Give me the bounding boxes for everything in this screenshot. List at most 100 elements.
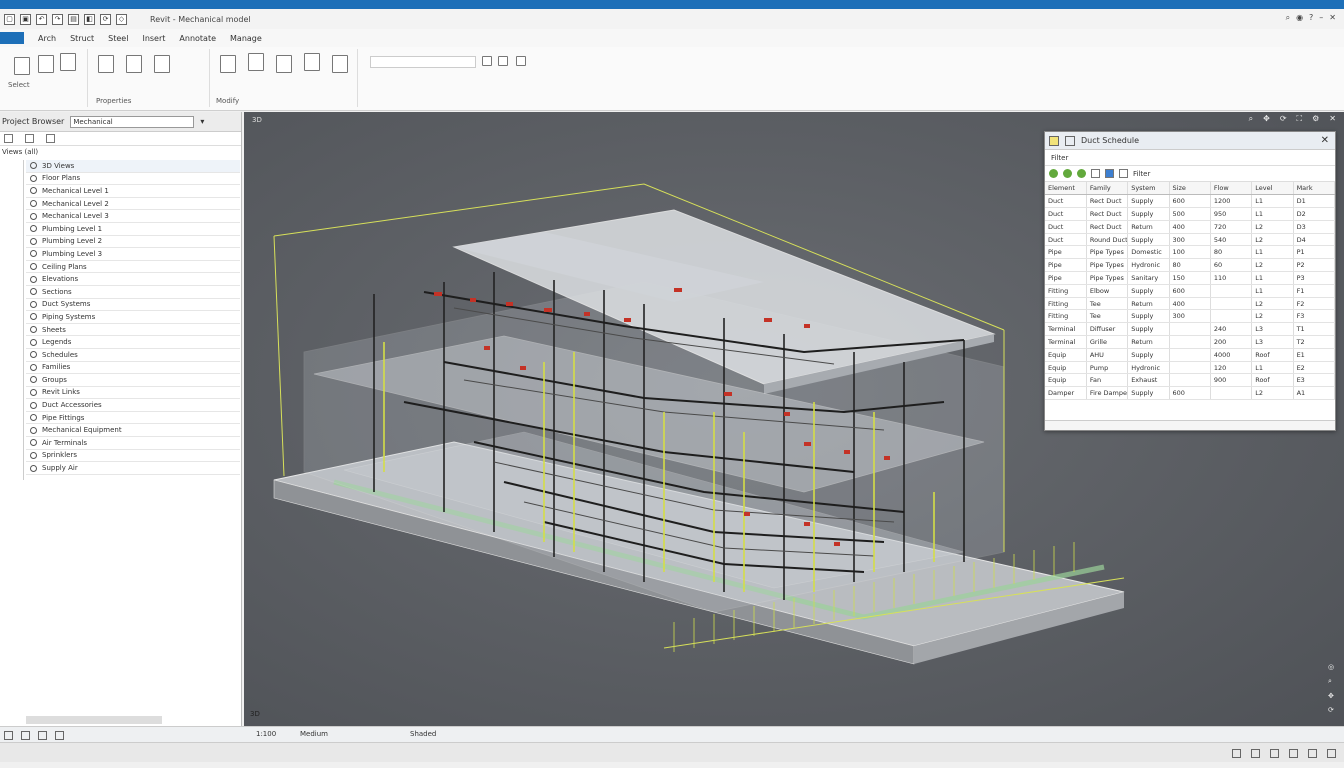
orbit-icon[interactable]: ⟳	[1328, 706, 1340, 714]
tab-insert[interactable]: Insert	[142, 34, 165, 43]
close-icon[interactable]: ✕	[1329, 13, 1336, 23]
family-button[interactable]	[154, 55, 170, 73]
table-row[interactable]: Terminal Diffuser Supply 240 L3 T1	[1045, 322, 1336, 337]
undo-icon[interactable]: ↶	[36, 13, 47, 25]
tree-row[interactable]: Plumbing Level 3	[26, 248, 240, 261]
browser-horizontal-scrollbar[interactable]	[26, 716, 162, 724]
sync-icon[interactable]: ⟳	[100, 13, 111, 25]
filter-count-icon[interactable]	[1327, 749, 1336, 758]
chevron-down-icon[interactable]: ▾	[200, 117, 204, 126]
tab-steel[interactable]: Steel	[108, 34, 128, 43]
tree-row[interactable]: Floor Plans	[26, 173, 240, 186]
align-button[interactable]	[220, 55, 236, 73]
file-tab[interactable]	[0, 32, 24, 44]
pan-icon[interactable]: ✥	[1328, 692, 1340, 700]
select-button[interactable]	[38, 55, 54, 73]
column-header[interactable]: Size	[1169, 182, 1211, 196]
column-header[interactable]: Mark	[1293, 182, 1336, 196]
tree-row[interactable]: Groups	[26, 374, 240, 387]
redo-icon[interactable]: ↷	[52, 13, 63, 25]
tree-row[interactable]: Mechanical Level 2	[26, 198, 240, 211]
user-icon[interactable]: ◉	[1296, 13, 1303, 23]
tab-annotate[interactable]: Annotate	[179, 34, 216, 43]
browser-filter-dropdown[interactable]: Mechanical	[70, 115, 195, 128]
table-row[interactable]: Fitting Tee Supply 300 L2 F3	[1045, 309, 1336, 324]
tab-struct[interactable]: Struct	[70, 34, 94, 43]
add-icon[interactable]	[1049, 169, 1058, 178]
move-button[interactable]	[248, 53, 264, 71]
sync-icon[interactable]	[55, 731, 64, 740]
worksets-icon[interactable]	[1251, 749, 1260, 758]
table-row[interactable]: Pipe Pipe Types Hydronic 80 60 L2 P2	[1045, 258, 1336, 273]
tab-manage[interactable]: Manage	[230, 34, 262, 43]
refresh-icon[interactable]	[1063, 169, 1072, 178]
highlight-icon[interactable]	[1077, 169, 1086, 178]
search-icon[interactable]	[46, 134, 55, 143]
modify-button[interactable]	[14, 57, 30, 75]
column-header[interactable]: Element	[1045, 182, 1087, 196]
table-row[interactable]: Duct Round Duct Supply 300 540 L2 D4	[1045, 233, 1336, 247]
tree-row[interactable]: Plumbing Level 1	[26, 223, 240, 236]
tree-row[interactable]: Elevations	[26, 273, 240, 286]
table-row[interactable]: Duct Rect Duct Supply 600 1200 L1 D1	[1045, 194, 1336, 209]
minimize-icon[interactable]: –	[1319, 13, 1323, 23]
column-header[interactable]: Flow	[1210, 182, 1253, 196]
unpin-button[interactable]	[498, 56, 508, 66]
sort-icon[interactable]	[1091, 169, 1100, 178]
tab-arch[interactable]: Arch	[38, 34, 56, 43]
visual-style[interactable]: Shaded	[410, 730, 436, 738]
tree-row[interactable]: Sections	[26, 286, 240, 299]
collapse-icon[interactable]	[25, 134, 34, 143]
ribbon-input[interactable]	[370, 56, 476, 68]
camera-icon[interactable]	[38, 731, 47, 740]
tree-row[interactable]: Revit Links	[26, 387, 240, 400]
table-row[interactable]: Pipe Pipe Types Domestic 100 80 L1 P1	[1045, 245, 1336, 260]
save-icon[interactable]: ▣	[20, 13, 31, 25]
search-icon[interactable]: ⌕	[1286, 13, 1290, 23]
tree-row[interactable]: Mechanical Level 1	[26, 185, 240, 198]
pin-button[interactable]	[482, 56, 492, 66]
table-row[interactable]: Fitting Elbow Supply 600 L1 F1	[1045, 284, 1336, 298]
table-row[interactable]: Duct Rect Duct Supply 500 950 L1 D2	[1045, 207, 1336, 221]
copy-button[interactable]	[276, 55, 292, 73]
open-icon[interactable]: ▢	[4, 13, 15, 25]
filter-icon[interactable]	[1232, 749, 1241, 758]
tree-row[interactable]: Supply Air	[26, 462, 240, 475]
tree-row[interactable]: Schedules	[26, 349, 240, 362]
close-icon[interactable]: ✕	[1321, 135, 1329, 146]
select-pinned-icon[interactable]	[1308, 749, 1317, 758]
view-cube-icon[interactable]	[4, 731, 13, 740]
rotate-button[interactable]	[304, 53, 320, 71]
tree-row[interactable]: Mechanical Level 3	[26, 210, 240, 223]
delete-button[interactable]	[516, 56, 526, 66]
tree-row[interactable]: Sprinklers	[26, 450, 240, 463]
mirror-button[interactable]	[332, 55, 348, 73]
design-options-icon[interactable]	[1270, 749, 1279, 758]
table-row[interactable]: Damper Fire Damper Supply 600 L2 A1	[1045, 386, 1336, 401]
filter-button[interactable]	[60, 53, 76, 71]
type-properties-button[interactable]	[126, 55, 142, 73]
tree-row[interactable]: Legends	[26, 336, 240, 349]
help-icon[interactable]: ?	[1309, 13, 1313, 23]
table-row[interactable]: Terminal Grille Return 200 L3 T2	[1045, 335, 1336, 349]
table-row[interactable]: Equip Fan Exhaust 900 Roof E3	[1045, 373, 1336, 388]
detail-level[interactable]: Medium	[300, 730, 328, 738]
tree-row[interactable]: Duct Systems	[26, 299, 240, 312]
table-row[interactable]: Duct Rect Duct Return 400 720 L2 D3	[1045, 220, 1336, 234]
zoom-icon[interactable]: ⌕	[1328, 677, 1340, 686]
tree-row[interactable]: Mechanical Equipment	[26, 424, 240, 438]
table-row[interactable]: Equip Pump Hydronic 120 L1 E2	[1045, 361, 1336, 375]
table-row[interactable]: Pipe Pipe Types Sanitary 150 110 L1 P3	[1045, 271, 1336, 285]
properties-button[interactable]	[98, 55, 114, 73]
print-icon[interactable]: ▤	[68, 13, 79, 25]
tree-row[interactable]: Piping Systems	[26, 311, 240, 324]
home-icon[interactable]	[21, 731, 30, 740]
tree-row[interactable]: Pipe Fittings	[26, 412, 240, 425]
table-row[interactable]: Fitting Tee Return 400 L2 F2	[1045, 297, 1336, 311]
group-icon[interactable]	[1119, 169, 1128, 178]
tree-row[interactable]: 3D Views	[26, 160, 240, 173]
column-header[interactable]: Family	[1086, 182, 1129, 196]
table-row[interactable]: Equip AHU Supply 4000 Roof E1	[1045, 348, 1336, 362]
filter-icon[interactable]	[1105, 169, 1114, 178]
view-scale[interactable]: 1:100	[256, 730, 276, 738]
